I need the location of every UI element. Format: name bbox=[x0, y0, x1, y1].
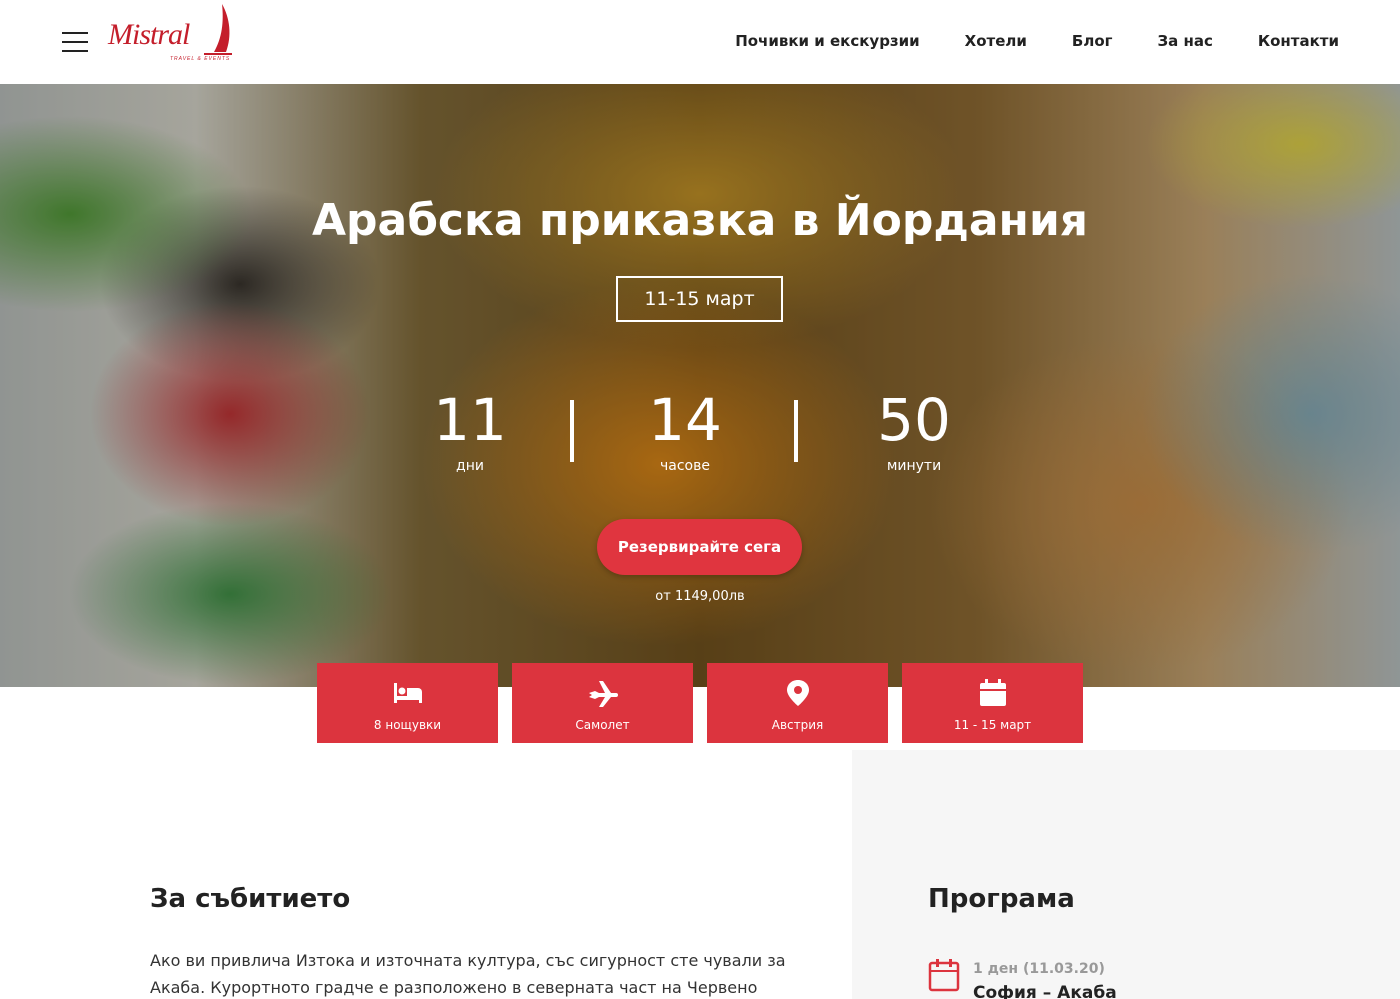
nav-holidays[interactable]: Почивки и екскурзии bbox=[735, 32, 919, 50]
countdown-divider bbox=[570, 400, 574, 462]
feature-dates-label: 11 - 15 март bbox=[953, 718, 1032, 732]
hero-title: Арабска приказка в Йордания bbox=[311, 195, 1089, 246]
countdown-hours: 14 часове bbox=[615, 384, 755, 474]
feature-transport: Самолет bbox=[512, 663, 693, 743]
calendar-icon bbox=[979, 679, 1006, 706]
countdown-hours-label: часове bbox=[660, 458, 710, 474]
logo[interactable]: Mistral TRAVEL & EVENTS bbox=[108, 2, 238, 68]
location-pin-icon bbox=[786, 680, 809, 706]
sail-icon bbox=[204, 4, 232, 55]
countdown-days-label: дни bbox=[456, 458, 484, 474]
nav-blog[interactable]: Блог bbox=[1072, 32, 1113, 50]
hamburger-menu-icon[interactable] bbox=[62, 32, 88, 52]
feature-location: Австрия bbox=[707, 663, 888, 743]
about-title: За събитието bbox=[150, 884, 351, 914]
feature-nights-label: 8 нощувки bbox=[373, 718, 442, 732]
hero-banner: Арабска приказка в Йордания 11-15 март 1… bbox=[0, 84, 1400, 687]
calendar-icon bbox=[928, 959, 960, 992]
site-header: Mistral TRAVEL & EVENTS Почивки и екскур… bbox=[0, 0, 1400, 84]
countdown-hours-value: 14 bbox=[648, 386, 722, 454]
program-day: 1 ден (11.03.20) bbox=[973, 961, 1105, 977]
countdown-days: 11 дни bbox=[400, 384, 540, 474]
main-nav: Почивки и екскурзии Хотели Блог За нас К… bbox=[735, 32, 1339, 50]
countdown-days-value: 11 bbox=[433, 386, 507, 454]
feature-location-label: Австрия bbox=[771, 718, 824, 732]
logo-text: Mistral bbox=[108, 18, 190, 51]
nav-hotels[interactable]: Хотели bbox=[965, 32, 1027, 50]
countdown-minutes: 50 минути bbox=[844, 384, 984, 474]
nav-contacts[interactable]: Контакти bbox=[1258, 32, 1339, 50]
nav-about[interactable]: За нас bbox=[1157, 32, 1212, 50]
countdown-minutes-label: минути bbox=[886, 458, 942, 474]
book-now-button[interactable]: Резервирайте сега bbox=[597, 519, 802, 575]
program-title: Програма bbox=[928, 884, 1075, 914]
feature-dates: 11 - 15 март bbox=[902, 663, 1083, 743]
feature-nights: 8 нощувки bbox=[317, 663, 498, 743]
price-label: от 1149,00лв bbox=[655, 589, 745, 604]
about-text: Ако ви привлича Изтока и източната култу… bbox=[150, 951, 786, 997]
countdown-divider bbox=[794, 400, 798, 462]
trip-features: 8 нощувки Самолет Австрия 11 - 15 март bbox=[317, 663, 1083, 743]
logo-tagline: TRAVEL & EVENTS bbox=[170, 56, 231, 62]
program-route[interactable]: София – Акаба bbox=[973, 983, 1117, 999]
plane-icon bbox=[588, 681, 618, 707]
date-badge: 11-15 март bbox=[616, 276, 783, 322]
countdown-minutes-value: 50 bbox=[877, 386, 951, 454]
feature-transport-label: Самолет bbox=[575, 718, 630, 732]
bed-icon bbox=[393, 683, 422, 703]
